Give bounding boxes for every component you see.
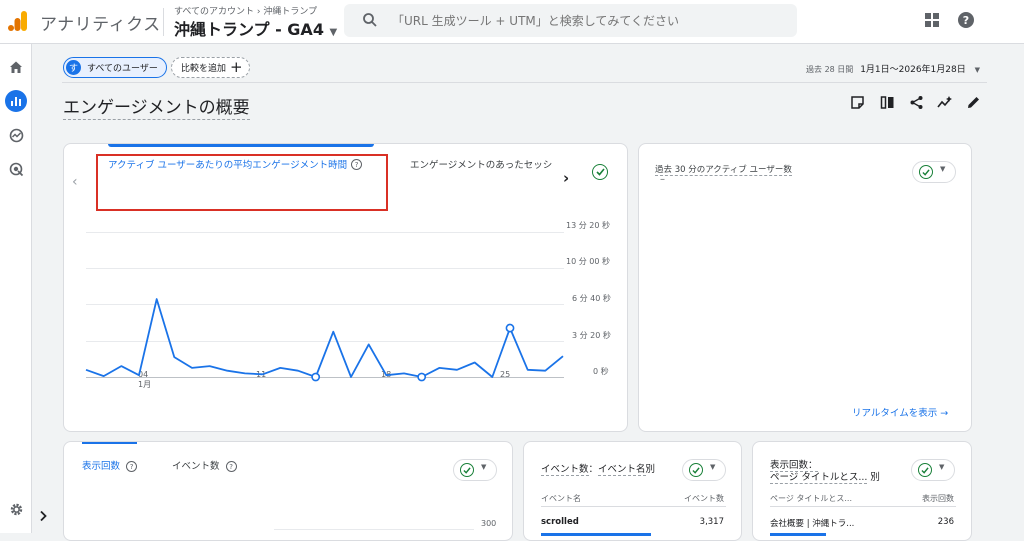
card-options-dropdown[interactable]: ▼: [682, 459, 726, 481]
check-circle-icon: [918, 463, 932, 477]
column-header: ページ タイトルとス...: [770, 493, 852, 504]
card-title: 表示回数： ページ タイトルとス... 別: [770, 460, 880, 484]
caret-down-icon: ▼: [940, 165, 945, 173]
card-options-dropdown[interactable]: ▼: [453, 459, 497, 481]
y-tick-label: 300: [481, 519, 496, 528]
caret-down-icon: ▼: [481, 463, 486, 471]
caret-down-icon: ▼: [710, 463, 715, 471]
tab-event-count[interactable]: イベント数 ?: [172, 458, 237, 472]
column-header: イベント名: [541, 493, 581, 504]
card-options-dropdown[interactable]: ▼: [911, 459, 955, 481]
event-count-card: イベント数：イベント名別 ▼ イベント名 イベント数 scrolled 3,31…: [523, 441, 742, 541]
tab-label: イベント数: [172, 461, 220, 472]
column-header: イベント数: [684, 493, 724, 504]
table-cell: 236: [938, 517, 954, 527]
value-bar: [541, 533, 651, 536]
tab-views[interactable]: 表示回数 ?: [82, 458, 137, 472]
check-circle-icon: [460, 463, 474, 477]
gridline: [274, 529, 474, 530]
table-cell: scrolled: [541, 517, 579, 527]
data-point[interactable]: [418, 373, 425, 380]
card-title: イベント数：イベント名別: [541, 461, 655, 475]
view-realtime-link[interactable]: リアルタイムを表示 →: [852, 405, 948, 419]
divider: [541, 506, 726, 507]
data-point[interactable]: [312, 373, 319, 380]
table-cell: 3,317: [700, 517, 724, 527]
active-tab-indicator: [82, 441, 137, 444]
tab-label: 表示回数: [82, 461, 120, 472]
caret-down-icon: ▼: [939, 463, 944, 471]
column-header: 表示回数: [922, 493, 954, 504]
page-views-card: 表示回数： ページ タイトルとス... 別 ▼ ページ タイトルとス... 表示…: [752, 441, 972, 541]
check-circle-icon: [919, 165, 933, 179]
realtime-label: 過去 30 分のアクティブ ユーザー数: [655, 165, 792, 176]
table-cell: 会社概要 | 沖縄トラ...: [770, 517, 854, 529]
realtime-card: 過去 30 分のアクティブ ユーザー数 – ▼: [638, 143, 972, 432]
views-events-card: 表示回数 ? イベント数 ? ▼ 300: [63, 441, 513, 541]
value-bar: [770, 533, 826, 536]
data-point[interactable]: [506, 324, 513, 331]
series-line: [86, 299, 563, 377]
check-circle-icon: [689, 463, 703, 477]
card-options-dropdown[interactable]: ▼: [912, 161, 956, 183]
help-circle-icon[interactable]: ?: [126, 461, 137, 472]
realtime-value: –: [660, 174, 665, 185]
divider: [770, 506, 956, 507]
help-circle-icon[interactable]: ?: [226, 461, 237, 472]
highlight-annotation-box: [96, 154, 388, 211]
